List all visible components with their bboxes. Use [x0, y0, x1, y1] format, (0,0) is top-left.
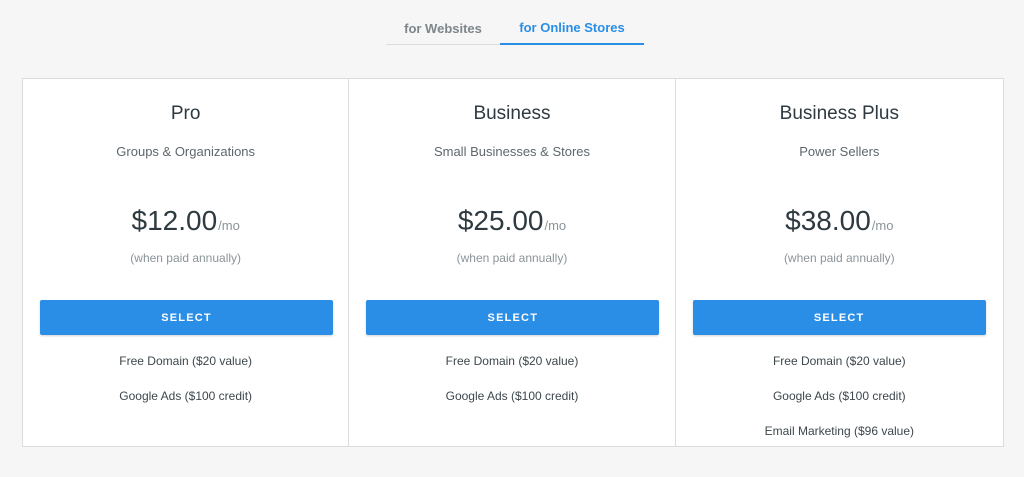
feature-item: Free Domain ($20 value) — [445, 354, 579, 368]
plan-card-business-plus: Business Plus Power Sellers $38.00/mo (w… — [676, 79, 1003, 446]
plan-card-business: Business Small Businesses & Stores $25.0… — [349, 79, 676, 446]
price-period: /mo — [871, 218, 894, 233]
billing-note: (when paid annually) — [130, 251, 242, 265]
tab-for-websites[interactable]: for Websites — [386, 12, 500, 44]
pricing-plans: Pro Groups & Organizations $12.00/mo (wh… — [22, 78, 1004, 447]
price-row: $25.00/mo — [349, 205, 674, 237]
billing-note: (when paid annually) — [456, 251, 568, 265]
feature-item: Free Domain ($20 value) — [772, 354, 906, 368]
feature-item: Google Ads ($100 credit) — [445, 389, 579, 403]
plan-card-pro: Pro Groups & Organizations $12.00/mo (wh… — [23, 79, 350, 446]
feature-list: Free Domain ($20 value) Google Ads ($100… — [349, 354, 674, 424]
plan-name: Business Plus — [779, 103, 899, 124]
plan-name: Business — [473, 103, 551, 124]
plan-subtitle: Power Sellers — [799, 144, 880, 159]
feature-list: Free Domain ($20 value) Google Ads ($100… — [676, 354, 1003, 459]
plan-price: $25.00 — [457, 205, 544, 236]
plan-subtitle: Groups & Organizations — [116, 144, 256, 159]
plan-name: Pro — [170, 103, 201, 124]
pricing-page: for Websites for Online Stores Pro Group… — [0, 0, 1024, 477]
feature-item: Email Marketing ($96 value) — [764, 424, 915, 438]
feature-list: Free Domain ($20 value) Google Ads ($100… — [23, 354, 348, 424]
plan-price: $38.00 — [785, 205, 871, 236]
select-business-button[interactable]: SELECT — [366, 300, 660, 335]
plan-price: $12.00 — [131, 205, 218, 236]
feature-item: Google Ads ($100 credit) — [772, 389, 906, 403]
billing-note: (when paid annually) — [783, 251, 895, 265]
select-business-plus-button[interactable]: SELECT — [692, 300, 986, 335]
price-period: /mo — [544, 218, 567, 233]
plan-subtitle: Small Businesses & Stores — [433, 144, 591, 159]
feature-item: Google Ads ($100 credit) — [119, 389, 253, 403]
feature-item: Free Domain ($20 value) — [119, 354, 253, 368]
price-row: $38.00/mo — [676, 205, 1003, 237]
plan-type-tabs: for Websites for Online Stores — [386, 12, 644, 45]
select-pro-button[interactable]: SELECT — [40, 300, 333, 335]
tab-for-online-stores[interactable]: for Online Stores — [500, 12, 644, 45]
price-row: $12.00/mo — [23, 205, 348, 237]
price-period: /mo — [218, 218, 240, 233]
